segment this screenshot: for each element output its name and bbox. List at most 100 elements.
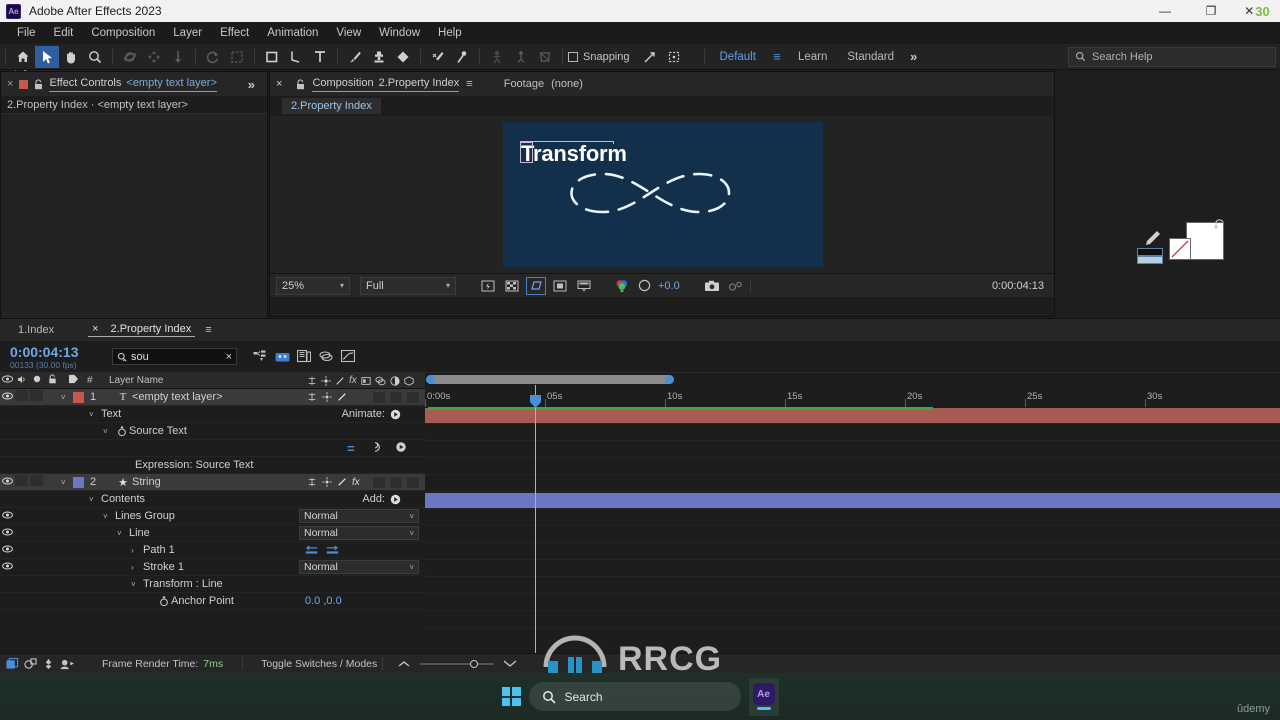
menu-item-file[interactable]: File	[8, 22, 45, 44]
resolution-select[interactable]: Full ▾	[360, 276, 456, 295]
visibility-toggle-icon[interactable]	[0, 392, 15, 403]
collapse-group-icon[interactable]: ˅	[89, 410, 101, 419]
menu-item-composition[interactable]: Composition	[82, 22, 164, 44]
workspace-default[interactable]: Default	[710, 51, 766, 63]
maximize-button[interactable]: ❐	[1188, 0, 1234, 22]
frame-blending-icon[interactable]	[315, 347, 337, 367]
visibility-toggle-icon[interactable]	[0, 562, 15, 573]
pen-tool-icon[interactable]	[284, 46, 308, 68]
layer-row[interactable]: ˅ 1 T <empty text layer>	[0, 389, 425, 406]
add-animate-control[interactable]: Add:	[362, 493, 425, 505]
timeline-zoom-handle[interactable]	[470, 659, 479, 668]
zoom-out-timeline-icon[interactable]	[397, 659, 411, 669]
panel-overflow-icon[interactable]: »	[242, 77, 261, 92]
property-name[interactable]: Contents	[101, 493, 362, 505]
title-action-safe-icon[interactable]	[550, 277, 570, 295]
pan-tool-icon[interactable]	[142, 46, 166, 68]
timeline-toggle-icon[interactable]	[574, 277, 594, 295]
work-area-start-handle[interactable]	[426, 374, 435, 384]
property-name[interactable]: Stroke 1	[143, 561, 299, 573]
hand-tool-icon[interactable]	[59, 46, 83, 68]
camera-toggle-icon[interactable]	[60, 658, 75, 670]
layer-row[interactable]: ˅ 2 ★ String fx	[0, 474, 425, 491]
timeline-tab-index[interactable]: 1.Index	[8, 324, 58, 336]
clone-stamp-tool-icon[interactable]	[367, 46, 391, 68]
bend-tool-icon[interactable]	[509, 46, 533, 68]
blend-mode-select[interactable]: Normal ˅	[299, 560, 419, 574]
orbit-tool-icon[interactable]	[118, 46, 142, 68]
layer-duration-bar[interactable]	[425, 408, 1280, 423]
dolly-tool-icon[interactable]	[166, 46, 190, 68]
collapse-property-icon[interactable]: ˅	[103, 427, 115, 436]
time-ruler[interactable]: 0:00s 05s 10s 15s 20s 25s 30s	[425, 385, 1280, 407]
hide-shy-layers-icon[interactable]	[293, 347, 315, 367]
timeline-tab-property-index[interactable]: × 2.Property Index	[88, 323, 196, 337]
minimize-button[interactable]: —	[1142, 0, 1188, 22]
property-name[interactable]: Expression: Source Text	[135, 459, 425, 471]
timeline-zoom-slider[interactable]	[420, 659, 495, 668]
expression-enable-icon[interactable]: =	[347, 441, 355, 456]
workspace-standard[interactable]: Standard	[837, 51, 904, 63]
layer-label-swatch[interactable]	[73, 476, 84, 488]
expand-layer-icon[interactable]: ˅	[61, 478, 73, 487]
visibility-toggle-icon[interactable]	[0, 528, 15, 539]
property-value[interactable]: 0.0 ,0.0	[305, 595, 425, 607]
mesh-tool-icon[interactable]	[533, 46, 557, 68]
mask-paths-icon[interactable]	[526, 276, 546, 295]
workspace-overflow-icon[interactable]: »	[904, 49, 923, 64]
visibility-toggle-icon[interactable]	[0, 511, 15, 522]
property-row[interactable]: =	[0, 440, 425, 457]
blend-mode-select[interactable]: Normal ˅	[299, 509, 419, 523]
property-name[interactable]: Lines Group	[115, 510, 299, 522]
brush-tool-icon[interactable]	[343, 46, 367, 68]
property-name[interactable]: Line	[129, 527, 299, 539]
expand-group-icon[interactable]: ›	[131, 563, 143, 572]
selection-tool-icon[interactable]	[35, 45, 59, 68]
search-help-field[interactable]: Search Help	[1068, 46, 1276, 67]
playhead-line[interactable]	[535, 385, 536, 675]
clear-search-icon[interactable]: ×	[226, 351, 232, 363]
zoom-in-timeline-icon[interactable]	[503, 659, 517, 669]
timeline-menu-icon[interactable]: ≡	[205, 324, 211, 336]
roto-brush-tool-icon[interactable]	[225, 46, 249, 68]
comp-canvas[interactable]: Transform	[503, 122, 823, 267]
property-row[interactable]: ˅ Text Animate:	[0, 406, 425, 423]
home-icon[interactable]	[11, 46, 35, 68]
zoom-select[interactable]: 25% ▾	[276, 276, 350, 295]
blend-mode-select[interactable]: Normal ˅	[299, 526, 419, 540]
timeline-search-field[interactable]: sou ×	[112, 348, 237, 365]
layer-switches-icon[interactable]	[24, 657, 37, 670]
timeline-track[interactable]	[425, 407, 1280, 424]
work-area-end-handle[interactable]	[665, 374, 674, 384]
expression-language-menu-icon[interactable]	[395, 441, 407, 456]
composition-stage[interactable]: Transform	[270, 116, 1054, 273]
menu-item-view[interactable]: View	[327, 22, 370, 44]
collapse-group-icon[interactable]: ˅	[117, 529, 129, 538]
layer-duration-bar[interactable]	[425, 493, 1280, 508]
collapse-group-icon[interactable]: ˅	[89, 495, 101, 504]
stopwatch-icon[interactable]	[157, 596, 171, 607]
timeline-track[interactable]	[425, 458, 1280, 475]
fast-previews-icon[interactable]	[478, 277, 498, 295]
layer-label-swatch[interactable]	[73, 391, 84, 403]
property-row[interactable]: › Stroke 1 Normal ˅	[0, 559, 425, 576]
eyedropper-icon[interactable]	[1141, 228, 1163, 250]
type-tool-icon[interactable]	[308, 46, 332, 68]
menu-item-layer[interactable]: Layer	[164, 22, 211, 44]
close-button[interactable]: ✕ 30	[1234, 0, 1280, 22]
toggle-switches-modes-button[interactable]: Toggle Switches / Modes	[261, 658, 377, 670]
timeline-track[interactable]	[425, 560, 1280, 577]
lock-icon[interactable]	[34, 78, 43, 90]
layer-toggle-cells[interactable]	[15, 390, 61, 404]
workspace-menu-icon[interactable]: ≡	[766, 47, 788, 67]
eraser-tool-icon[interactable]	[391, 46, 415, 68]
visibility-toggle-icon[interactable]	[0, 477, 15, 488]
property-name[interactable]: Text	[101, 408, 342, 420]
menu-item-animation[interactable]: Animation	[258, 22, 327, 44]
windows-start-icon[interactable]	[501, 687, 521, 706]
workspace-learn[interactable]: Learn	[788, 51, 837, 63]
close-icon[interactable]: ×	[7, 78, 13, 90]
stopwatch-icon[interactable]	[115, 426, 129, 437]
snap-target-icon[interactable]	[662, 46, 686, 68]
taskbar-after-effects-button[interactable]: Ae	[748, 677, 779, 716]
